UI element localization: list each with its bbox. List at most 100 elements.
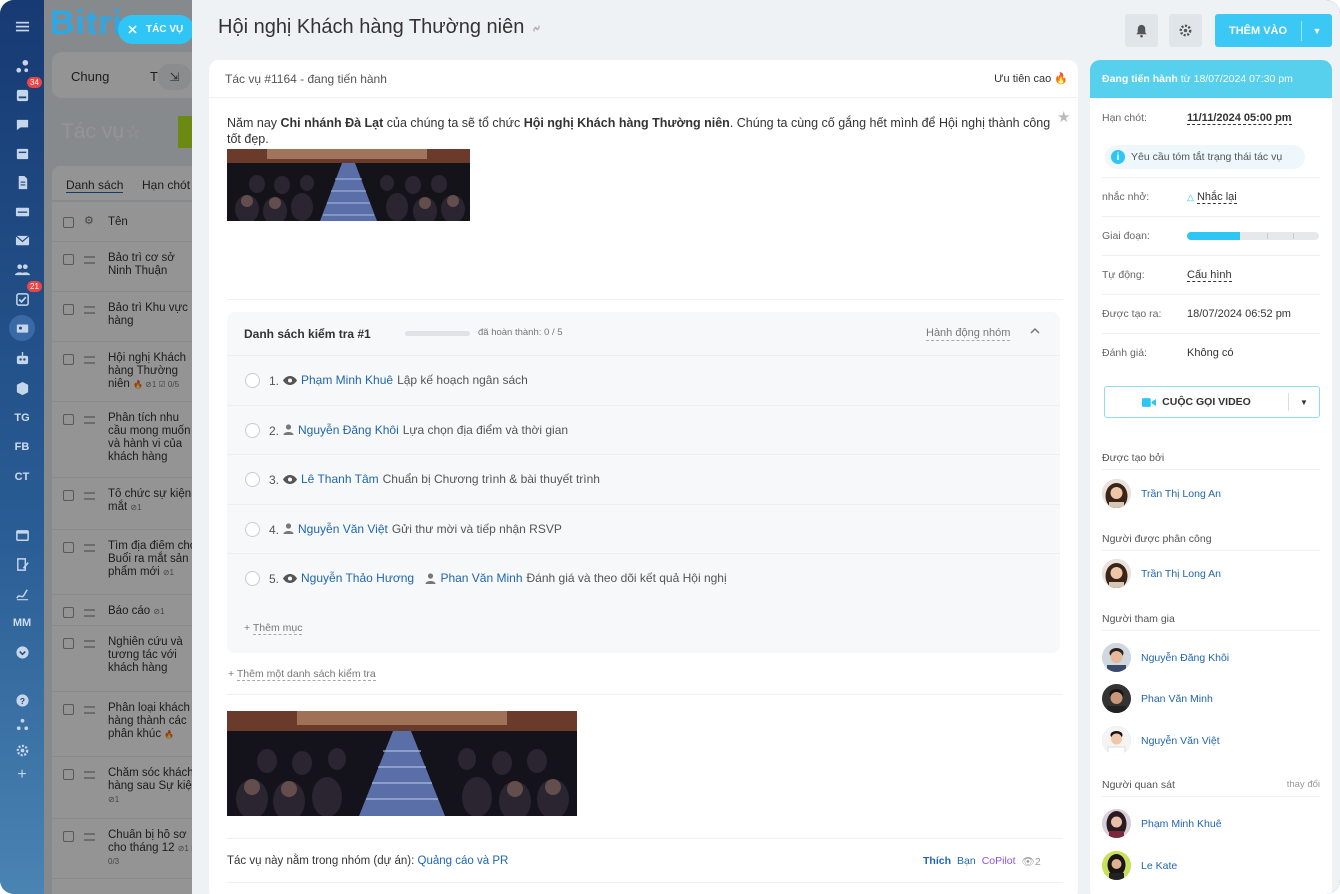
- item-person[interactable]: Phạm Minh Khuê: [301, 373, 393, 387]
- notification-button[interactable]: [1125, 14, 1158, 47]
- inbox-icon[interactable]: 34: [0, 77, 44, 107]
- chevron-down-circle-icon[interactable]: [0, 640, 44, 664]
- creator-name: Trần Thị Long An: [1141, 487, 1221, 500]
- reactions-bar: Thích Bạn CoPilot 👁2: [923, 855, 1041, 868]
- form-icon[interactable]: [0, 552, 44, 576]
- notification-badge: 21: [27, 281, 42, 292]
- sidebar-item-tg[interactable]: TG: [0, 406, 44, 430]
- chat-icon[interactable]: [0, 112, 44, 136]
- task-main-card: Tác vụ #1164 - đang tiến hành Ưu tiên ca…: [209, 60, 1078, 894]
- status-label: Đang tiến hành: [1102, 73, 1178, 85]
- structure-icon[interactable]: [0, 712, 44, 736]
- task-number-status: Tác vụ #1164 - đang tiến hành: [225, 72, 387, 86]
- deadline-value[interactable]: 11/11/2024 05:00 pm: [1187, 112, 1292, 125]
- calendar-icon[interactable]: [0, 141, 44, 165]
- views-count: 👁2: [1021, 856, 1041, 868]
- settings-button[interactable]: [1169, 14, 1202, 47]
- assignee-person[interactable]: Trần Thị Long An: [1102, 559, 1221, 588]
- participant-person[interactable]: Phan Văn Minh: [1102, 684, 1213, 713]
- checklist-checkbox[interactable]: [245, 521, 260, 537]
- window-icon[interactable]: [0, 523, 44, 547]
- created-by-section-title: Được tạo bởi: [1102, 452, 1320, 470]
- chevron-down-icon[interactable]: ▼: [1302, 26, 1332, 36]
- item-person[interactable]: Nguyễn Thảo Hương: [301, 571, 414, 585]
- add-button[interactable]: THÊM VÀO ▼: [1215, 14, 1332, 47]
- robot-icon[interactable]: [0, 346, 44, 370]
- automation-value[interactable]: Cấu hình: [1187, 269, 1232, 282]
- checklist-item: 1. Phạm Minh Khuê Lập kế hoạch ngân sách: [227, 355, 1060, 404]
- gear-icon: [1179, 24, 1192, 37]
- add-checklist-link[interactable]: + Thêm một danh sách kiểm tra: [228, 668, 376, 681]
- avatar: [1102, 851, 1131, 880]
- copilot-button[interactable]: CoPilot: [982, 855, 1016, 868]
- group-action-link[interactable]: Hành động nhóm: [926, 327, 1011, 341]
- observer-person[interactable]: Phạm Minh Khuê: [1102, 809, 1222, 838]
- menu-icon[interactable]: [0, 14, 44, 38]
- add-icon[interactable]: +: [0, 763, 44, 787]
- sign-icon[interactable]: [0, 581, 44, 605]
- reminder-icon: △: [1187, 192, 1194, 202]
- checklist-checkbox[interactable]: [245, 373, 260, 388]
- document-icon[interactable]: [0, 170, 44, 194]
- team-icon[interactable]: [0, 257, 44, 281]
- rating-value[interactable]: Không có: [1187, 347, 1233, 359]
- mail-icon[interactable]: [0, 228, 44, 252]
- tasks-icon[interactable]: 21: [0, 281, 44, 311]
- item-text: Gửi thư mời và tiếp nhận RSVP: [391, 521, 562, 536]
- item-person[interactable]: Nguyễn Đăng Khôi: [298, 423, 399, 437]
- item-content: Nguyễn Văn Việt Gửi thư mời và tiếp nhận …: [283, 522, 562, 536]
- creator-person[interactable]: Trần Thị Long An: [1102, 479, 1221, 508]
- link-icon[interactable]: [530, 22, 543, 38]
- settings-icon[interactable]: [0, 738, 44, 762]
- auditorium-image-large: [227, 711, 577, 816]
- video-call-button[interactable]: CUỘC GỌI VIDEO ▼: [1104, 386, 1320, 418]
- group-link[interactable]: Quảng cáo và PR: [418, 855, 509, 867]
- liked-by-you[interactable]: Bạn: [957, 855, 976, 868]
- item-person-2[interactable]: Phan Văn Minh: [440, 571, 522, 585]
- box-icon[interactable]: [0, 376, 44, 400]
- checklist-checkbox[interactable]: [245, 472, 260, 488]
- task-description: Năm nay Chi nhánh Đà Lạt của chúng ta sẽ…: [227, 115, 1067, 147]
- participant-person[interactable]: Nguyễn Đăng Khôi: [1102, 643, 1229, 672]
- like-button[interactable]: Thích: [923, 855, 951, 868]
- sidebar-item-mm[interactable]: MM: [0, 611, 44, 635]
- observer-name: Le Kate: [1141, 859, 1178, 872]
- divider: [227, 299, 1063, 300]
- checklist-done-count: đã hoàn thành: 0 / 5: [478, 327, 563, 338]
- priority-label: Ưu tiên cao 🔥: [994, 72, 1068, 85]
- group-prefix: Tác vụ này nằm trong nhóm (dự án):: [227, 855, 418, 867]
- item-person[interactable]: Nguyễn Văn Việt: [298, 522, 388, 536]
- stage-label: Giai đoạn:: [1102, 230, 1150, 242]
- participant-name: Phan Văn Minh: [1141, 692, 1213, 705]
- checklist: Danh sách kiểm tra #1 đã hoàn thành: 0 /…: [227, 312, 1060, 653]
- contacts-icon[interactable]: [0, 315, 44, 341]
- observer-person[interactable]: Le Kate: [1102, 851, 1177, 880]
- reminder-label: nhắc nhở:: [1102, 191, 1150, 203]
- reminder-value[interactable]: △ Nhắc lại: [1187, 191, 1237, 204]
- video-call-main[interactable]: CUỘC GỌI VIDEO: [1105, 396, 1288, 408]
- feed-icon[interactable]: [0, 54, 44, 78]
- user-icon: [283, 523, 294, 535]
- favorite-star-icon[interactable]: ★: [1057, 108, 1070, 126]
- add-item-label: Thêm mục: [252, 622, 303, 635]
- close-slider-label: TÁC VỤ: [146, 24, 184, 35]
- chevron-up-icon[interactable]: [1030, 326, 1040, 339]
- close-slider-button[interactable]: TÁC VỤ: [118, 15, 194, 44]
- add-item-link[interactable]: + Thêm mục: [244, 622, 303, 635]
- item-person[interactable]: Lê Thanh Tâm: [301, 472, 379, 486]
- task-title: Hội nghị Khách hàng Thường niên: [218, 16, 525, 38]
- checklist-checkbox[interactable]: [245, 571, 260, 587]
- avatar: [1102, 559, 1131, 588]
- summary-request-button[interactable]: i Yêu cầu tóm tắt trạng thái tác vụ: [1105, 145, 1305, 169]
- checklist-checkbox[interactable]: [245, 422, 260, 438]
- video-camera-icon: [1142, 397, 1157, 407]
- drive-icon[interactable]: [0, 199, 44, 223]
- stage-bar[interactable]: [1187, 217, 1319, 256]
- help-icon[interactable]: ?: [0, 688, 44, 712]
- sidebar-item-fb[interactable]: FB: [0, 435, 44, 459]
- change-observers-link[interactable]: thay đổi: [1287, 779, 1320, 790]
- chevron-down-icon[interactable]: ▼: [1289, 398, 1319, 407]
- participant-person[interactable]: Nguyễn Văn Việt: [1102, 726, 1220, 755]
- sidebar-item-ct[interactable]: CT: [0, 465, 44, 489]
- close-icon: [128, 25, 137, 34]
